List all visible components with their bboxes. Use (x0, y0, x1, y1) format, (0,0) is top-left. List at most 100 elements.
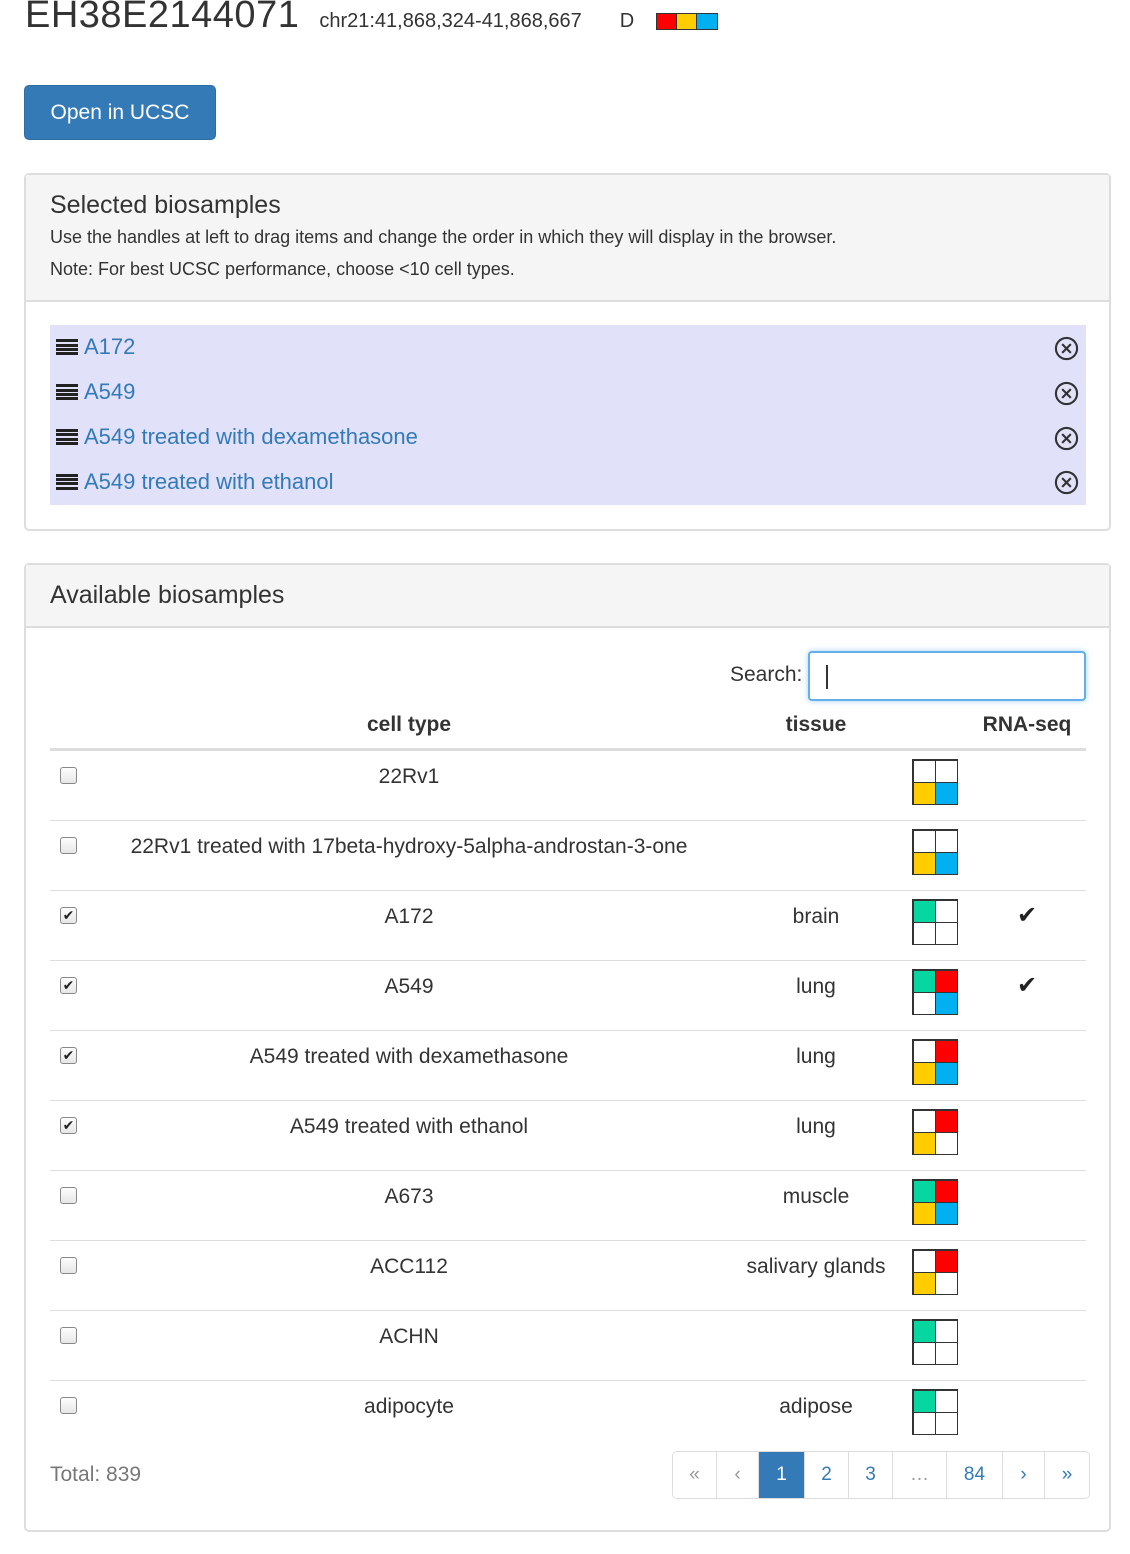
assay-grid-square (912, 1131, 936, 1155)
assay-grid-square (912, 1179, 936, 1203)
selected-biosample-item[interactable]: A549 treated with ethanol (50, 459, 1086, 504)
selected-biosamples-panel: Selected biosamples Use the handles at l… (24, 173, 1111, 531)
row-checkbox[interactable] (60, 837, 77, 854)
assay-grid-square (934, 969, 958, 993)
assay-grid-square (912, 1109, 936, 1133)
page-link[interactable]: » (1045, 1452, 1089, 1498)
assay-grid-square (912, 991, 936, 1015)
remove-circle-icon[interactable] (1054, 381, 1079, 406)
drag-handle-icon[interactable] (56, 339, 78, 356)
available-biosamples-panel: Available biosamples Search: cell type t… (24, 563, 1111, 1532)
cell-type-cell: A549 (384, 975, 434, 998)
total-count: Total: 839 (50, 1463, 142, 1486)
assay-grid-square (912, 1341, 936, 1365)
selected-panel-title: Selected biosamples (50, 191, 281, 219)
classification-label: D (619, 10, 635, 32)
class-color-swatch (677, 14, 698, 29)
row-checkbox[interactable]: ✔ (60, 977, 77, 994)
tissue-cell: lung (796, 975, 836, 998)
table-row: 22Rv1 (50, 751, 1086, 821)
row-checkbox[interactable] (60, 1187, 77, 1204)
table-row: adipocyte adipose (50, 1381, 1086, 1451)
assay-grid-square (912, 921, 936, 945)
tissue-cell: lung (796, 1045, 836, 1068)
cell-type-cell: A549 treated with dexamethasone (249, 1045, 569, 1068)
page-link[interactable]: 1 (759, 1452, 805, 1498)
available-panel-title: Available biosamples (50, 581, 285, 609)
row-checkbox[interactable]: ✔ (60, 1117, 77, 1134)
selected-biosample-link[interactable]: A172 (84, 334, 135, 360)
page-link[interactable]: › (1003, 1452, 1045, 1498)
classification-color-bars (656, 13, 719, 30)
cell-type-cell: 22Rv1 (378, 765, 440, 788)
selected-biosample-link[interactable]: A549 treated with dexamethasone (84, 424, 418, 450)
assay-grid-square (934, 1061, 958, 1085)
tissue-cell: muscle (782, 1185, 850, 1208)
cell-type-cell: A549 treated with ethanol (289, 1115, 529, 1138)
column-header-cell-type[interactable]: cell type (109, 713, 709, 737)
drag-handle-icon[interactable] (56, 384, 78, 401)
assay-grid (912, 1319, 958, 1365)
row-checkbox[interactable] (60, 1257, 77, 1274)
drag-handle-icon[interactable] (56, 473, 78, 490)
assay-grid-square (934, 1179, 958, 1203)
selected-biosample-item[interactable]: A549 (50, 370, 1086, 415)
tissue-cell: lung (796, 1115, 836, 1138)
rna-seq-check-icon: ✔ (1016, 972, 1038, 999)
cell-type-cell: ACHN (379, 1325, 439, 1348)
assay-grid-square (912, 899, 936, 923)
remove-circle-icon[interactable] (1054, 470, 1079, 495)
row-checkbox[interactable] (60, 1327, 77, 1344)
cell-type-cell: A673 (384, 1185, 434, 1208)
remove-circle-icon[interactable] (1054, 336, 1079, 361)
accession-title: EH38E2144071 (25, 0, 300, 36)
row-checkbox[interactable] (60, 1397, 77, 1414)
page-link[interactable]: 3 (849, 1452, 893, 1498)
table-header: cell type tissue RNA-seq (50, 707, 1086, 751)
assay-grid-square (934, 1319, 958, 1343)
table-row: ACHN (50, 1311, 1086, 1381)
assay-grid-square (934, 1411, 958, 1435)
row-checkbox[interactable]: ✔ (60, 1047, 77, 1064)
selected-biosamples-list: A172 A549 A549 treated with dexamethasone A… (50, 325, 1086, 505)
remove-circle-icon[interactable] (1054, 426, 1079, 451)
selected-biosample-link[interactable]: A549 (84, 379, 135, 405)
assay-grid-square (912, 1319, 936, 1343)
assay-grid-square (934, 829, 958, 853)
performance-note: Note: For best UCSC performance, choose … (50, 259, 515, 279)
assay-grid (912, 759, 958, 805)
assay-grid-square (912, 969, 936, 993)
drag-handle-icon[interactable] (56, 428, 78, 445)
selected-biosample-item[interactable]: A172 (50, 325, 1086, 370)
cell-type-cell: A172 (384, 905, 434, 928)
assay-grid-square (934, 1341, 958, 1365)
assay-grid-square (934, 1109, 958, 1133)
assay-grid-square (934, 1131, 958, 1155)
table-row: ✔ A549 treated with dexamethasone lung (50, 1031, 1086, 1101)
table-row: ✔ A172 brain ✔ (50, 891, 1086, 961)
assay-grid (912, 969, 958, 1015)
table-row: A673 muscle (50, 1171, 1086, 1241)
page-link[interactable]: 84 (947, 1452, 1003, 1498)
page-link[interactable]: ‹ (717, 1452, 759, 1498)
selected-biosample-link[interactable]: A549 treated with ethanol (84, 469, 334, 495)
column-header-tissue[interactable]: tissue (716, 713, 916, 737)
tissue-cell: salivary glands (746, 1255, 886, 1278)
search-label: Search: (730, 663, 803, 686)
assay-grid-square (934, 759, 958, 783)
cell-type-cell: 22Rv1 treated with 17beta-hydroxy-5alpha… (130, 835, 688, 858)
assay-grid-square (912, 1411, 936, 1435)
page-link[interactable]: 2 (805, 1452, 849, 1498)
tissue-cell: adipose (779, 1395, 853, 1418)
page-link[interactable]: « (673, 1452, 717, 1498)
assay-grid-square (934, 1249, 958, 1273)
assay-grid-square (934, 1201, 958, 1225)
selected-biosample-item[interactable]: A549 treated with dexamethasone (50, 415, 1086, 460)
assay-grid-square (934, 921, 958, 945)
table-body: 22Rv1 22Rv1 treated with 17beta-hydroxy-5… (50, 751, 1086, 1451)
open-in-ucsc-button[interactable]: Open in UCSC (24, 85, 216, 140)
search-input[interactable] (808, 651, 1086, 701)
row-checkbox[interactable] (60, 767, 77, 784)
column-header-rna-seq[interactable]: RNA-seq (972, 713, 1082, 737)
row-checkbox[interactable]: ✔ (60, 907, 77, 924)
